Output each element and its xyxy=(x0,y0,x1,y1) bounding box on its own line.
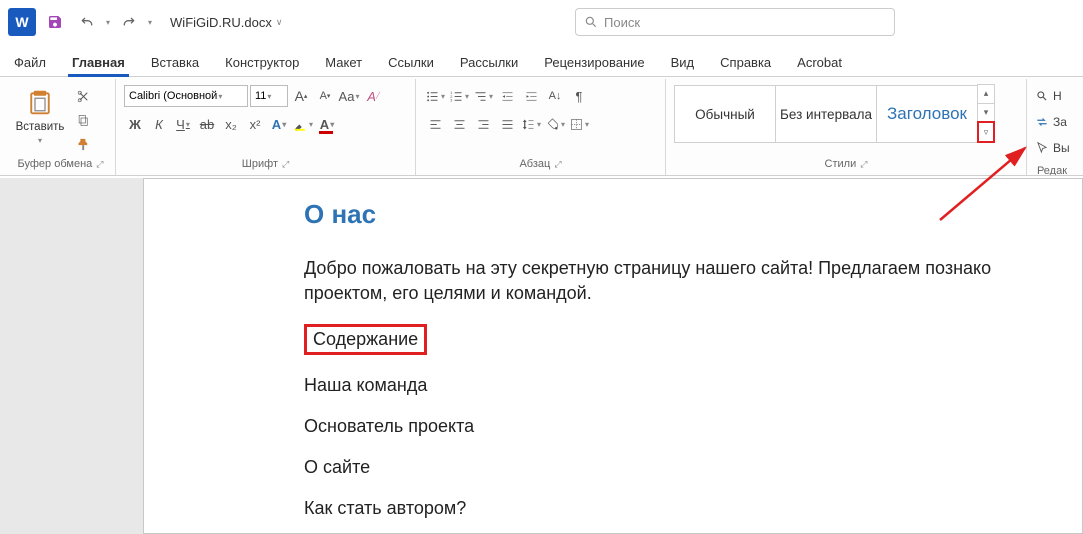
toc-item-2: Основатель проекта xyxy=(304,416,1082,437)
bullets-icon[interactable]: ▾ xyxy=(424,85,446,107)
undo-icon[interactable] xyxy=(74,9,100,35)
highlight-color-icon[interactable]: ▾ xyxy=(292,113,314,135)
group-font: Calibri (Основной▾ 11▾ A▴ A▾ Aa▾ A⧸ Ж К … xyxy=(116,79,416,175)
subscript-button[interactable]: x₂ xyxy=(220,113,242,135)
tab-help[interactable]: Справка xyxy=(716,49,775,76)
align-left-icon[interactable] xyxy=(424,113,446,135)
bold-button[interactable]: Ж xyxy=(124,113,146,135)
select-button[interactable]: Вы xyxy=(1035,137,1070,159)
styles-launcher-icon[interactable]: ⤢ xyxy=(860,159,867,170)
grow-font-icon[interactable]: A▴ xyxy=(290,85,312,107)
style-no-spacing[interactable]: Без интервала xyxy=(775,85,877,143)
search-placeholder: Поиск xyxy=(604,15,640,30)
toc-item-0: Содержание xyxy=(304,324,1082,355)
title-bar: W ▾ ▾ WiFiGiD.RU.docx ∨ Поиск xyxy=(0,0,1083,44)
tab-review[interactable]: Рецензирование xyxy=(540,49,648,76)
multilevel-list-icon[interactable]: ▾ xyxy=(472,85,494,107)
shading-icon[interactable]: ▾ xyxy=(544,113,566,135)
line-spacing-icon[interactable]: ▾ xyxy=(520,113,542,135)
styles-scroll-down-icon[interactable]: ▾ xyxy=(977,103,995,123)
body-paragraph: Добро пожаловать на эту секретную страни… xyxy=(304,256,1082,306)
font-launcher-icon[interactable]: ⤢ xyxy=(282,159,289,170)
format-painter-icon[interactable] xyxy=(72,133,94,155)
find-button[interactable]: Н xyxy=(1035,85,1062,107)
sort-icon[interactable]: A↓ xyxy=(544,85,566,107)
align-right-icon[interactable] xyxy=(472,113,494,135)
toc-item-4: Как стать автором? xyxy=(304,498,1082,519)
word-app-icon: W xyxy=(8,8,36,36)
copy-icon[interactable] xyxy=(72,109,94,131)
cut-icon[interactable] xyxy=(72,85,94,107)
tab-mailings[interactable]: Рассылки xyxy=(456,49,522,76)
show-marks-icon[interactable]: ¶ xyxy=(568,85,590,107)
group-paragraph: ▾ 123▾ ▾ A↓ ¶ ▾ ▾ ▾ Абзац ⤢ xyxy=(416,79,666,175)
style-normal[interactable]: Обычный xyxy=(674,85,776,143)
paste-button[interactable]: Вставить ▾ xyxy=(12,81,68,145)
save-icon[interactable] xyxy=(42,9,68,35)
tab-view[interactable]: Вид xyxy=(667,49,699,76)
shrink-font-icon[interactable]: A▾ xyxy=(314,85,336,107)
underline-button[interactable]: Ч▾ xyxy=(172,113,194,135)
font-color-icon[interactable]: A▾ xyxy=(316,113,338,135)
paragraph-launcher-icon[interactable]: ⤢ xyxy=(554,159,561,170)
borders-icon[interactable]: ▾ xyxy=(568,113,590,135)
document-page[interactable]: О нас Добро пожаловать на эту секретную … xyxy=(143,178,1083,534)
replace-button[interactable]: За xyxy=(1035,111,1067,133)
toc-item-3: О сайте xyxy=(304,457,1082,478)
text-effects-icon[interactable]: A▾ xyxy=(268,113,290,135)
tab-references[interactable]: Ссылки xyxy=(384,49,438,76)
document-area: О нас Добро пожаловать на эту секретную … xyxy=(0,178,1083,534)
toc-item-1: Наша команда xyxy=(304,375,1082,396)
styles-expand-icon[interactable]: ▿ xyxy=(977,121,995,143)
strikethrough-button[interactable]: ab xyxy=(196,113,218,135)
font-name-combo[interactable]: Calibri (Основной▾ xyxy=(124,85,248,107)
increase-indent-icon[interactable] xyxy=(520,85,542,107)
group-styles: Обычный Без интервала Заголовок ▴ ▾ ▿ Ст… xyxy=(666,79,1027,175)
justify-icon[interactable] xyxy=(496,113,518,135)
clipboard-launcher-icon[interactable]: ⤢ xyxy=(96,159,103,170)
svg-text:3: 3 xyxy=(450,98,452,102)
font-size-combo[interactable]: 11▾ xyxy=(250,85,288,107)
tab-acrobat[interactable]: Acrobat xyxy=(793,49,846,76)
superscript-button[interactable]: x² xyxy=(244,113,266,135)
tab-home[interactable]: Главная xyxy=(68,49,129,76)
ribbon-tabs: Файл Главная Вставка Конструктор Макет С… xyxy=(0,44,1083,76)
tab-file[interactable]: Файл xyxy=(10,49,50,76)
tab-layout[interactable]: Макет xyxy=(321,49,366,76)
clear-formatting-icon[interactable]: A⧸ xyxy=(362,85,384,107)
change-case-icon[interactable]: Aa▾ xyxy=(338,85,360,107)
redo-icon[interactable] xyxy=(116,9,142,35)
align-center-icon[interactable] xyxy=(448,113,470,135)
group-clipboard: Вставить ▾ Буфер обмена ⤢ xyxy=(6,79,116,175)
decrease-indent-icon[interactable] xyxy=(496,85,518,107)
tab-design[interactable]: Конструктор xyxy=(221,49,303,76)
styles-scroll-up-icon[interactable]: ▴ xyxy=(977,84,995,104)
search-box[interactable]: Поиск xyxy=(575,8,895,36)
group-editing: Н За Вы Редак xyxy=(1027,79,1077,175)
numbering-icon[interactable]: 123▾ xyxy=(448,85,470,107)
ribbon: Вставить ▾ Буфер обмена ⤢ Calibri (Основ… xyxy=(0,76,1083,176)
document-filename[interactable]: WiFiGiD.RU.docx ∨ xyxy=(170,15,282,30)
tab-insert[interactable]: Вставка xyxy=(147,49,203,76)
style-heading[interactable]: Заголовок xyxy=(876,85,978,143)
italic-button[interactable]: К xyxy=(148,113,170,135)
heading-1: О нас xyxy=(304,199,1082,230)
